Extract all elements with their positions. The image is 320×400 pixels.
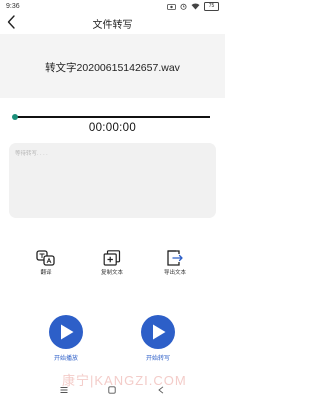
file-name: 转文字20200615142657.wav xyxy=(45,62,180,74)
export-text-label: 导出文本 xyxy=(163,270,186,276)
time-readout: 00:00:00 xyxy=(88,122,137,134)
wifi-icon xyxy=(191,3,200,10)
play-icon xyxy=(61,324,74,340)
home-icon[interactable] xyxy=(108,386,116,394)
start-playback-label: 开始播放 xyxy=(53,356,78,362)
file-card: 转文字20200615142657.wav xyxy=(0,34,225,98)
start-transcribe-label: 开始转写 xyxy=(145,356,170,362)
translate-label: 翻译 xyxy=(40,270,52,276)
translate-button[interactable]: 翻译 xyxy=(24,250,68,276)
battery-level: 75 xyxy=(208,3,215,9)
start-playback-button[interactable]: 开始播放 xyxy=(31,315,101,362)
copy-text-label: 复制文本 xyxy=(100,270,123,276)
start-transcribe-button[interactable]: 开始转写 xyxy=(123,315,193,362)
status-icons: 75 xyxy=(167,2,219,11)
alarm-icon xyxy=(180,3,187,10)
progress-track[interactable] xyxy=(15,116,210,118)
start-transcribe-circle[interactable] xyxy=(141,315,175,349)
result-placeholder: 等待转写. . . . xyxy=(15,151,48,157)
export-text-button[interactable]: 导出文本 xyxy=(153,250,197,276)
play-icon xyxy=(153,324,166,340)
navigation-bar xyxy=(0,383,225,400)
start-playback-circle[interactable] xyxy=(49,315,83,349)
export-icon xyxy=(167,250,183,266)
header: 文件转写 xyxy=(0,12,225,32)
translate-icon xyxy=(36,250,55,266)
transcription-result-box[interactable]: 等待转写. . . . xyxy=(9,143,216,218)
copy-text-button[interactable]: 复制文本 xyxy=(90,250,134,276)
page-title: 文件转写 xyxy=(92,20,133,31)
copy-icon xyxy=(103,250,121,266)
progress-thumb[interactable] xyxy=(12,114,18,120)
screen-record-icon xyxy=(167,3,176,10)
back-icon[interactable] xyxy=(157,386,165,394)
battery-indicator: 75 xyxy=(204,2,219,11)
menu-icon[interactable] xyxy=(60,386,68,394)
status-time: 9:36 xyxy=(6,3,20,10)
